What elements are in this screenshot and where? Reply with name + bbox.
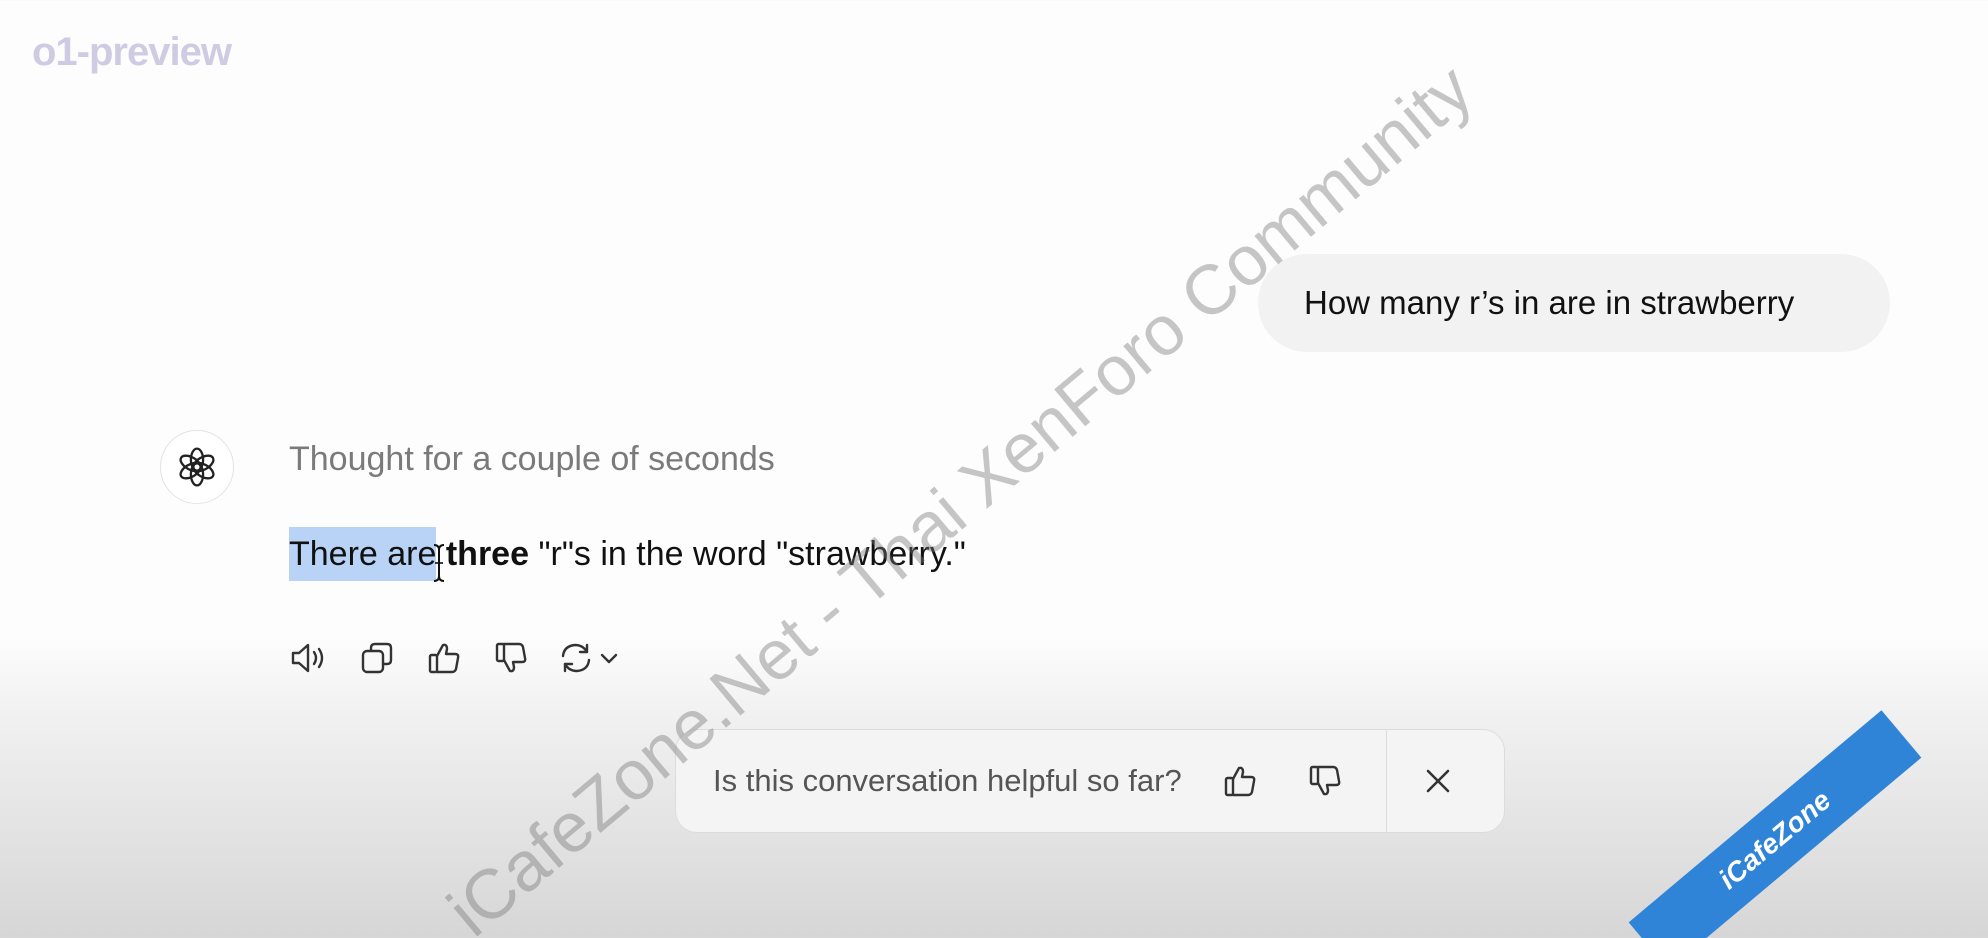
- thumbs-down-icon: [495, 642, 527, 673]
- user-message-text: How many r’s in are in strawberry: [1304, 284, 1795, 321]
- selected-text: There are: [289, 527, 437, 581]
- answer-rest-text: "r"s in the word "strawberry.": [529, 535, 966, 573]
- feedback-prompt: Is this conversation helpful so far?: [675, 729, 1505, 833]
- regenerate-button[interactable]: [558, 636, 628, 680]
- good-response-button[interactable]: [424, 636, 464, 680]
- model-selector[interactable]: o1-preview: [32, 30, 232, 75]
- answer-bold-text: three: [445, 535, 529, 573]
- feedback-close-button[interactable]: [1416, 759, 1460, 803]
- feedback-helpful-button[interactable]: [1218, 759, 1262, 803]
- thumbs-up-icon: [428, 643, 460, 674]
- thumbs-up-icon: [1224, 766, 1256, 797]
- openai-logo-icon: [179, 447, 215, 487]
- corner-watermark-ribbon: iCafeZone: [1628, 710, 1922, 938]
- read-aloud-button[interactable]: [290, 636, 330, 680]
- assistant-avatar: [160, 430, 234, 504]
- feedback-not-helpful-button[interactable]: [1303, 759, 1347, 803]
- user-message-bubble: How many r’s in are in strawberry: [1258, 254, 1890, 352]
- text-cursor-icon: [433, 544, 445, 582]
- bad-response-button[interactable]: [491, 636, 531, 680]
- chevron-down-icon: [600, 653, 618, 664]
- thumbs-down-icon: [1309, 765, 1341, 796]
- close-icon: [1426, 769, 1450, 793]
- copy-icon: [361, 642, 393, 674]
- assistant-answer: There are three "r"s in the word "strawb…: [289, 527, 966, 581]
- message-action-bar: [290, 636, 628, 680]
- thought-summary-toggle[interactable]: Thought for a couple of seconds: [289, 440, 775, 479]
- feedback-question: Is this conversation helpful so far?: [713, 763, 1182, 798]
- regenerate-icon: [561, 643, 591, 673]
- read-aloud-icon: [291, 643, 324, 673]
- corner-watermark-text: iCafeZone: [1712, 784, 1837, 895]
- feedback-divider: [1385, 730, 1388, 832]
- copy-button[interactable]: [357, 636, 397, 680]
